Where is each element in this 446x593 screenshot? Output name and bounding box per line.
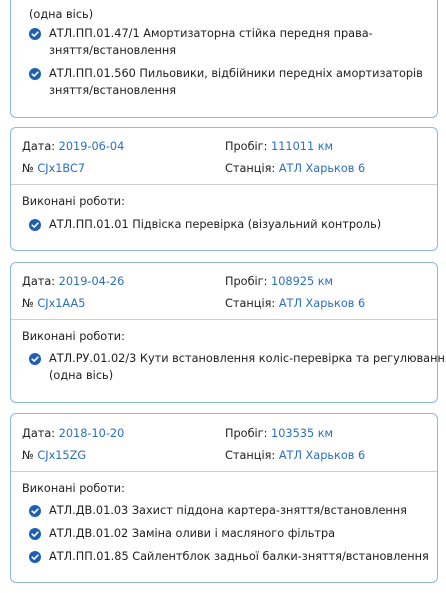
station-link[interactable]: АТЛ Харьков 6 [279,449,365,462]
history-card-partial: (одна вісь) АТЛ.ПП.01.47/1 Амортизаторна… [10,0,438,118]
work-item-line1: АТЛ.ПП.01.85 Сайлентблок задньої балки-з… [49,550,429,563]
order-number-link[interactable]: CJx15ZG [37,449,86,462]
work-item-line1: АТЛ.ДВ.01.03 Захист піддона картера-знят… [49,504,407,517]
work-item: АТЛ.РУ.01.02/3 Кути встановлення коліс-п… [49,350,446,384]
divider [11,319,437,320]
date-value: 2019-04-26 [58,275,125,288]
station-label: Станція: [225,162,279,175]
divider [11,184,437,185]
date-label: Дата: [22,275,59,288]
mileage-label: Пробіг: [225,427,272,440]
work-item-line1: АТЛ.ПП.01.47/1 Амортизаторна стійка пере… [49,27,373,40]
station-label: Станція: [225,297,279,310]
mileage-value: 111011 км [271,140,334,153]
work-item-line2: зняття/встановлення [49,44,177,57]
date-field: Дата: 2019-06-04 [22,140,124,154]
work-item-line1: АТЛ.ПП.01.01 Підвіска перевірка (візуаль… [49,218,382,231]
work-item-line1: АТЛ.ПП.01.560 Пильовики, відбійники пере… [49,67,423,80]
date-label: Дата: [22,140,59,153]
mileage-label: Пробіг: [225,275,272,288]
station-link[interactable]: АТЛ Харьков 6 [279,162,365,175]
number-field: № CJx1AA5 [22,297,85,311]
mileage-value: 108925 км [271,275,334,288]
divider [11,471,437,472]
work-item-line1: АТЛ.ДВ.01.02 Заміна оливи і масляного фі… [49,527,336,540]
history-card: Дата: 2019-04-26 Пробіг: 108925 км № CJx… [10,262,446,403]
history-card: Дата: 2018-10-20 Пробіг: 103535 км № CJx… [10,413,438,583]
work-item: АТЛ.ПП.01.85 Сайлентблок задньої балки-з… [49,548,429,565]
number-label: № [22,297,38,310]
order-number-link[interactable]: CJx1BC7 [37,162,85,175]
check-circle-icon [29,219,41,231]
station-field: Станція: АТЛ Харьков 6 [225,162,365,176]
history-card: Дата: 2019-06-04 Пробіг: 111011 км № CJx… [10,127,438,251]
station-field: Станція: АТЛ Харьков 6 [225,297,365,311]
station-link[interactable]: АТЛ Харьков 6 [279,297,365,310]
check-circle-icon [29,551,41,563]
number-field: № CJx15ZG [22,449,86,463]
work-item: АТЛ.ПП.01.01 Підвіска перевірка (візуаль… [49,216,381,233]
check-circle-icon [29,505,41,517]
works-done-heading: Виконані роботи: [22,330,125,343]
number-label: № [22,449,38,462]
check-circle-icon [29,353,41,365]
date-label: Дата: [22,427,59,440]
work-item-line2: зняття/встановлення [49,84,177,97]
mileage-field: Пробіг: 111011 км [225,140,333,154]
date-value: 2019-06-04 [58,140,125,153]
station-label: Станція: [225,449,279,462]
work-item: АТЛ.ПП.01.47/1 Амортизаторна стійка пере… [49,25,373,59]
date-field: Дата: 2018-10-20 [22,427,124,441]
work-continuation-text: (одна вісь) [29,8,94,21]
work-item: АТЛ.ПП.01.560 Пильовики, відбійники пере… [49,65,423,99]
date-value: 2018-10-20 [58,427,125,440]
mileage-label: Пробіг: [225,140,272,153]
number-label: № [22,162,38,175]
order-number-link[interactable]: CJx1AA5 [37,297,85,310]
work-item-line1: АТЛ.РУ.01.02/3 Кути встановлення коліс-п… [49,352,446,365]
number-field: № CJx1BC7 [22,162,85,176]
mileage-field: Пробіг: 108925 км [225,275,333,289]
mileage-value: 103535 км [271,427,334,440]
works-done-heading: Виконані роботи: [22,195,125,208]
check-circle-icon [29,68,41,80]
station-field: Станція: АТЛ Харьков 6 [225,449,365,463]
check-circle-icon [29,528,41,540]
check-circle-icon [29,28,41,40]
date-field: Дата: 2019-04-26 [22,275,124,289]
mileage-field: Пробіг: 103535 км [225,427,333,441]
work-item-line2: (одна вісь) [49,369,114,382]
work-item: АТЛ.ДВ.01.02 Заміна оливи і масляного фі… [49,525,335,542]
works-done-heading: Виконані роботи: [22,482,125,495]
work-item: АТЛ.ДВ.01.03 Захист піддона картера-знят… [49,502,407,519]
